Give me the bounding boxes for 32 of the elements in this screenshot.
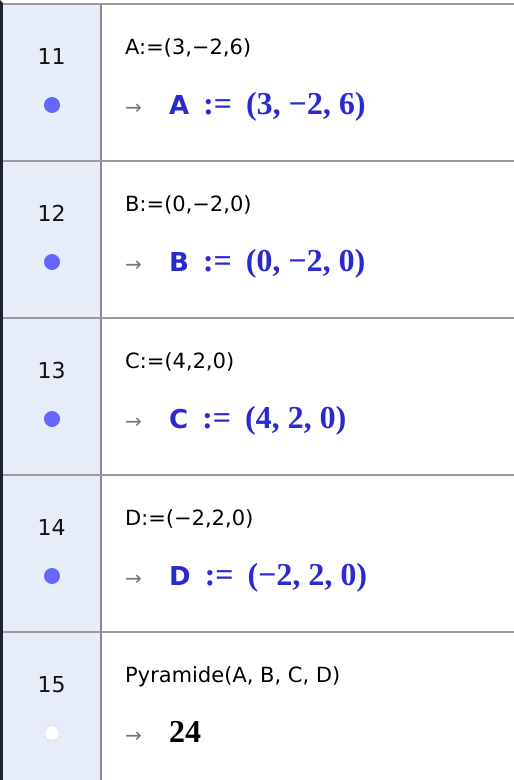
output-value: 24 xyxy=(169,713,201,750)
arrow-symbol: → xyxy=(125,95,143,119)
visibility-toggle[interactable] xyxy=(44,568,60,584)
arrow-symbol: → xyxy=(125,409,143,433)
output-operator: := xyxy=(204,556,234,593)
row-number: 11 xyxy=(38,45,66,71)
output-operator: := xyxy=(202,399,231,436)
output-operator: := xyxy=(203,85,232,122)
arrow-symbol: → xyxy=(125,252,143,276)
output-name: C xyxy=(169,405,188,435)
row-number: 15 xyxy=(38,673,66,699)
output-value: (3, −2, 6) xyxy=(246,85,366,122)
output-value: (0, −2, 0) xyxy=(246,242,366,279)
output-name: A xyxy=(169,91,190,121)
visibility-toggle[interactable] xyxy=(44,411,60,427)
visibility-toggle[interactable] xyxy=(44,254,60,270)
output-name: B xyxy=(169,248,189,278)
output-value: (−2, 2, 0) xyxy=(247,556,368,593)
input-text[interactable]: A:=(3,−2,6) xyxy=(125,33,514,61)
input-text[interactable]: Pyramide(A, B, C, D) xyxy=(125,661,514,689)
visibility-toggle[interactable] xyxy=(44,97,60,113)
row-number: 14 xyxy=(38,516,66,542)
output-name: D xyxy=(169,562,191,592)
output-operator: := xyxy=(202,242,232,279)
output-value: (4, 2, 0) xyxy=(244,399,346,436)
arrow-symbol: → xyxy=(125,723,143,747)
input-text[interactable]: D:=(−2,2,0) xyxy=(125,504,514,532)
input-text[interactable]: C:=(4,2,0) xyxy=(125,347,514,375)
input-text[interactable]: B:=(0,−2,0) xyxy=(125,190,514,218)
row-number: 13 xyxy=(38,359,66,385)
row-number: 12 xyxy=(38,202,66,228)
arrow-symbol: → xyxy=(125,566,143,590)
